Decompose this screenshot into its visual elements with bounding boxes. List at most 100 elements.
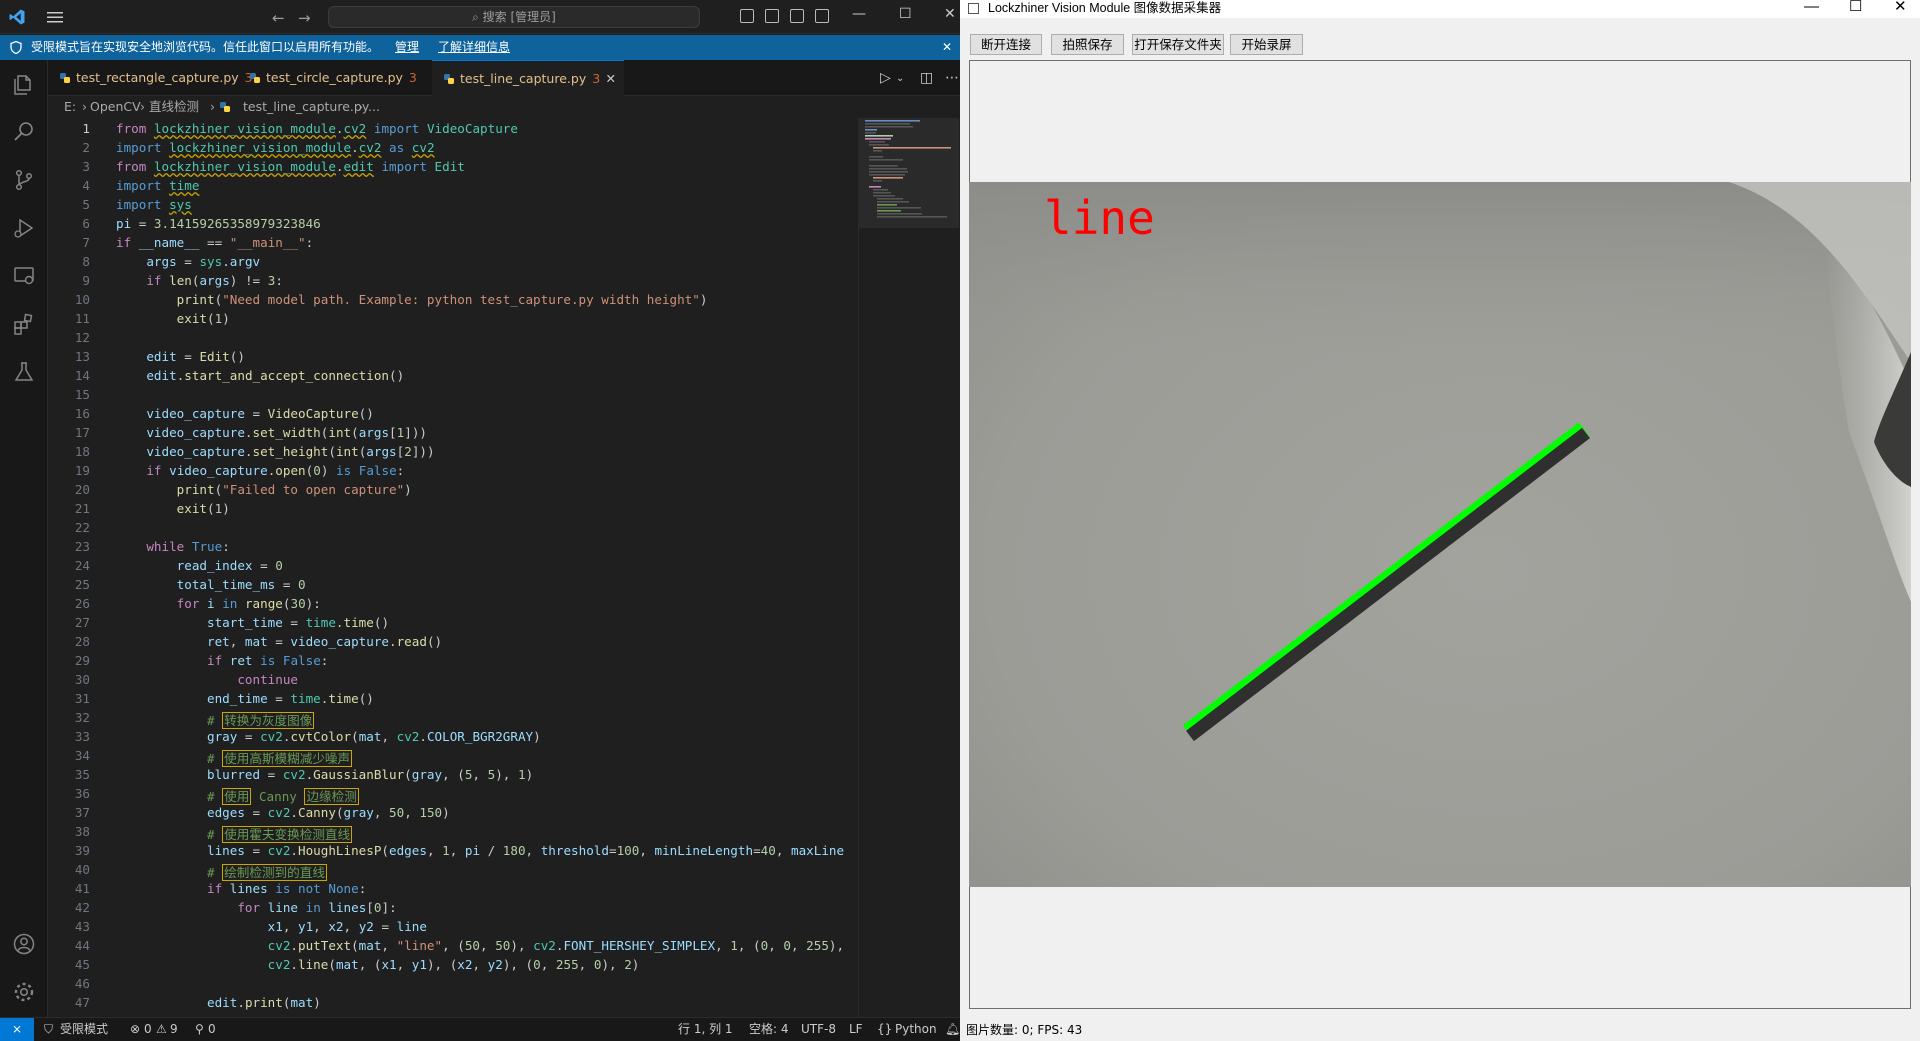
start-recording-button[interactable]: 开始录屏 [1230, 34, 1303, 55]
code-line[interactable]: while True: [116, 539, 229, 554]
code-line[interactable]: video_capture.set_width(int(args[1])) [116, 425, 427, 440]
code-line[interactable]: if __name__ == "__main__": [116, 235, 313, 250]
toggle-secondary-sidebar-icon[interactable] [790, 9, 804, 23]
restricted-mode-status[interactable]: 受限模式 [60, 1018, 108, 1040]
breadcrumb-drive[interactable]: E: [64, 96, 76, 118]
notifications-bell-icon[interactable]: 🔔︎ [945, 1018, 960, 1040]
run-python-file-icon[interactable]: ▷ [880, 70, 891, 86]
remote-explorer-icon[interactable] [12, 264, 36, 288]
code-line[interactable]: x1, y1, x2, y2 = line [116, 919, 427, 934]
code-line[interactable]: from lockzhiner_vision_module.edit impor… [116, 159, 465, 174]
back-arrow-icon[interactable]: ← [272, 9, 285, 27]
explorer-icon[interactable] [12, 73, 36, 97]
code-line[interactable]: edit.print(mat) [116, 995, 321, 1010]
code-line[interactable]: for i in range(30): [116, 596, 321, 611]
code-line[interactable]: exit(1) [116, 501, 230, 516]
code-line[interactable]: # 使用高斯模糊减少噪声 [116, 748, 353, 767]
split-editor-icon[interactable]: ◫ [920, 70, 933, 86]
code-line[interactable]: # 使用 Canny 边缘检测 [116, 786, 359, 805]
code-line[interactable]: edit = Edit() [116, 349, 245, 364]
code-line[interactable]: if lines is not None: [116, 881, 366, 896]
maximize-icon[interactable]: ☐ [1849, 0, 1862, 15]
code-line[interactable]: # 绘制检测到的直线 [116, 862, 327, 881]
code-line[interactable]: pi = 3.14159265358979323846 [116, 216, 321, 231]
code-line[interactable]: continue [116, 672, 298, 687]
language-mode[interactable]: Python [895, 1018, 937, 1040]
accounts-icon[interactable] [12, 932, 36, 956]
disconnect-button[interactable]: 断开连接 [970, 34, 1042, 55]
maximize-icon[interactable]: ☐ [899, 6, 912, 22]
search-icon[interactable] [12, 120, 36, 144]
manage-link[interactable]: 管理 [395, 35, 419, 60]
close-window-icon[interactable]: ✕ [1894, 0, 1907, 15]
code-line[interactable]: ret, mat = video_capture.read() [116, 634, 442, 649]
code-line[interactable]: import time [116, 178, 199, 193]
banner-close-icon[interactable]: ✕ [942, 35, 952, 60]
code-line[interactable]: edges = cv2.Canny(gray, 50, 150) [116, 805, 450, 820]
minimap[interactable] [858, 118, 959, 1017]
code-line[interactable]: gray = cv2.cvtColor(mat, cv2.COLOR_BGR2G… [116, 729, 541, 744]
breadcrumb-symbol[interactable]: ... [368, 96, 380, 118]
extensions-icon[interactable] [12, 312, 36, 336]
code-line[interactable]: import sys [116, 197, 192, 212]
toggle-sidebar-icon[interactable] [740, 9, 754, 23]
more-actions-icon[interactable]: ⋯ [945, 70, 959, 86]
open-save-folder-button[interactable]: 打开保存文件夹 [1132, 34, 1224, 55]
tab-close-icon[interactable]: ✕ [606, 61, 616, 97]
code-line[interactable]: args = sys.argv [116, 254, 260, 269]
line-number: 20 [74, 482, 90, 497]
code-line[interactable]: print("Need model path. Example: python … [116, 292, 708, 307]
warning-count[interactable]: 9 [170, 1018, 178, 1040]
code-line[interactable]: total_time_ms = 0 [116, 577, 306, 592]
tab-test-circle-capture[interactable]: test_circle_capture.py 3 [238, 60, 426, 96]
customize-layout-icon[interactable] [815, 9, 829, 23]
code-line[interactable]: lines = cv2.HoughLinesP(edges, 1, pi / 1… [116, 843, 844, 858]
tab-test-line-capture[interactable]: test_line_capture.py 3 ✕ [432, 60, 624, 96]
testing-icon[interactable] [12, 360, 36, 384]
encoding[interactable]: UTF-8 [801, 1018, 836, 1040]
code-line[interactable]: for line in lines[0]: [116, 900, 396, 915]
forward-arrow-icon[interactable]: → [298, 9, 311, 27]
code-line[interactable]: read_index = 0 [116, 558, 283, 573]
code-line[interactable]: exit(1) [116, 311, 230, 326]
ports-count[interactable]: 0 [208, 1018, 216, 1040]
code-line[interactable]: cv2.line(mat, (x1, y1), (x2, y2), (0, 25… [116, 957, 640, 972]
end-of-line[interactable]: LF [849, 1018, 863, 1040]
source-control-icon[interactable] [12, 168, 36, 192]
chevron-down-icon[interactable]: ⌄ [896, 73, 904, 84]
code-line[interactable]: blurred = cv2.GaussianBlur(gray, (5, 5),… [116, 767, 533, 782]
code-line[interactable]: print("Failed to open capture") [116, 482, 412, 497]
code-line[interactable]: if len(args) != 3: [116, 273, 283, 288]
code-line[interactable]: video_capture = VideoCapture() [116, 406, 374, 421]
remote-indicator-icon[interactable]: ⨯ [0, 1018, 34, 1041]
code-line[interactable]: # 使用霍夫变换检测直线 [116, 824, 353, 843]
minimize-icon[interactable]: — [1804, 0, 1819, 15]
toggle-panel-icon[interactable] [765, 9, 779, 23]
cursor-position[interactable]: 行 1, 列 1 [678, 1018, 733, 1040]
run-debug-icon[interactable] [12, 216, 36, 240]
breadcrumb-folder-line-detection[interactable]: 直线检测 [149, 96, 199, 118]
error-count[interactable]: 0 [144, 1018, 152, 1040]
code-line[interactable]: end_time = time.time() [116, 691, 374, 706]
code-line[interactable]: cv2.putText(mat, "line", (50, 50), cv2.F… [116, 938, 844, 953]
settings-gear-icon[interactable] [12, 980, 36, 1004]
close-window-icon[interactable]: ✕ [944, 6, 956, 22]
code-line[interactable]: edit.start_and_accept_connection() [116, 368, 404, 383]
indentation[interactable]: 空格: 4 [749, 1018, 789, 1040]
code-line[interactable]: if ret is False: [116, 653, 328, 668]
command-center-search[interactable]: ⌕ 搜索 [管理员] [328, 6, 700, 28]
breadcrumb-folder-opencv[interactable]: OpenCV [90, 96, 141, 118]
code-line[interactable]: # 转换为灰度图像 [116, 710, 315, 729]
capture-save-button[interactable]: 拍照保存 [1051, 34, 1124, 55]
code-line[interactable]: import lockzhiner_vision_module.cv2 as c… [116, 140, 435, 155]
code-line[interactable]: video_capture.set_height(int(args[2])) [116, 444, 434, 459]
code-line[interactable]: start_time = time.time() [116, 615, 389, 630]
menu-icon[interactable] [46, 9, 64, 25]
code-line[interactable]: from lockzhiner_vision_module.cv2 import… [116, 121, 518, 136]
code-editor[interactable]: 1 from lockzhiner_vision_module.cv2 impor… [48, 118, 858, 1017]
breadcrumb-file[interactable]: test_line_capture.py [243, 96, 369, 118]
code-line[interactable]: if video_capture.open(0) is False: [116, 463, 404, 478]
learn-more-link[interactable]: 了解详细信息 [438, 35, 510, 60]
minimize-icon[interactable]: — [852, 6, 866, 22]
tab-test-rectangle-capture[interactable]: test_rectangle_capture.py 3 [48, 60, 253, 96]
